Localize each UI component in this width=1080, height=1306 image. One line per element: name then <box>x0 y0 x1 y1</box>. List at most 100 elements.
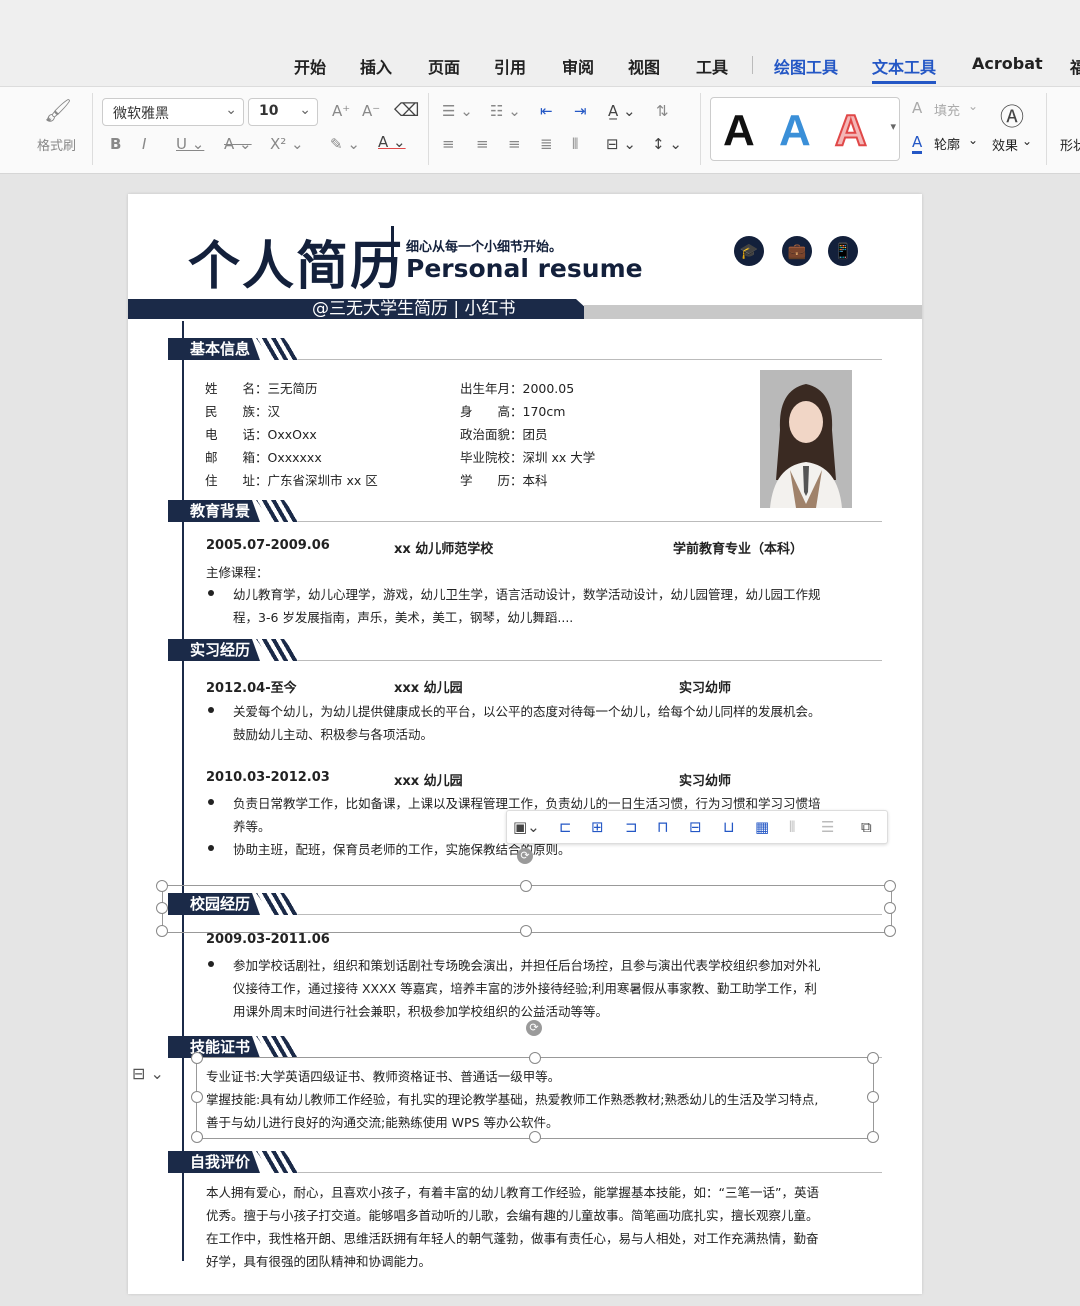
shape-label[interactable]: 形状 <box>1060 135 1080 154</box>
numbered-list-icon[interactable]: ☷ ⌄ <box>490 102 521 120</box>
edu-courses-line: 程，3-6 岁发展指南，声乐，美术，美工，钢琴，幼儿舞蹈.... <box>233 610 574 625</box>
resize-handle[interactable] <box>884 925 896 937</box>
resize-handle[interactable] <box>520 880 532 892</box>
grow-font-icon[interactable]: A⁺ <box>332 102 350 120</box>
info-ethnicity: 民 族：汉 <box>205 404 281 419</box>
effects-button[interactable]: Ⓐ 效果 ⌄ <box>990 97 1038 161</box>
sort-icon[interactable]: ⇅ <box>656 102 669 120</box>
resize-handle[interactable] <box>191 1091 203 1103</box>
resize-handle[interactable] <box>884 880 896 892</box>
tab-references[interactable]: 引用 <box>494 54 526 78</box>
briefcase-icon: 💼 <box>782 236 812 266</box>
tab-more[interactable]: 福 <box>1070 54 1080 78</box>
align-left-icon[interactable]: ≡ <box>442 135 455 153</box>
layout-options-icon[interactable]: ⊟ ⌄ <box>132 1064 164 1083</box>
resize-handle[interactable] <box>529 1131 541 1143</box>
resize-handle[interactable] <box>529 1052 541 1064</box>
font-color-icon[interactable]: A ⌄ <box>378 133 406 151</box>
info-degree: 学 历：本科 <box>460 473 548 488</box>
bullet <box>208 707 214 713</box>
edu-courses-label: 主修课程： <box>206 565 269 580</box>
align-menu-icon[interactable]: ▣⌄ <box>513 818 540 836</box>
align-middle-icon[interactable]: ⊟ <box>689 818 702 836</box>
align-center-icon[interactable]: ⊞ <box>591 818 604 836</box>
info-phone: 电 话：OxxOxx <box>205 427 317 442</box>
tab-view[interactable]: 视图 <box>628 54 660 78</box>
tab-page[interactable]: 页面 <box>428 54 460 78</box>
resize-handle[interactable] <box>191 1052 203 1064</box>
intern-period: 2012.04-至今 <box>206 681 297 696</box>
gallery-more-icon[interactable]: ▾ <box>890 120 896 133</box>
clear-format-icon[interactable]: ⌫ <box>394 100 419 121</box>
align-left-icon[interactable]: ⊏ <box>559 818 572 836</box>
text-style-red-outline[interactable]: A <box>834 105 868 156</box>
resize-handle[interactable] <box>191 1131 203 1143</box>
rotate-handle-icon[interactable]: ⟳ <box>526 1020 542 1036</box>
self-eval-line: 好学，具有很强的团队精神和协调能力。 <box>206 1254 432 1269</box>
strikethrough-icon[interactable]: A ⌄ <box>224 135 252 153</box>
distribute-icon[interactable]: ⫴ <box>572 135 578 153</box>
increase-indent-icon[interactable]: ⇥ <box>574 102 587 120</box>
resize-handle[interactable] <box>867 1052 879 1064</box>
text-style-black[interactable]: A <box>723 106 755 156</box>
section-rule <box>298 1172 882 1173</box>
text-style-gallery[interactable]: A A A ▾ <box>710 97 900 161</box>
tab-acrobat[interactable]: Acrobat <box>972 54 1043 73</box>
resize-handle[interactable] <box>156 925 168 937</box>
outline-button[interactable]: A 轮廓 ⌄ <box>912 133 982 157</box>
fill-icon: A <box>912 99 923 117</box>
text-direction-icon[interactable]: A̲ ⌄ <box>608 102 636 120</box>
highlight-icon[interactable]: ✎ ⌄ <box>330 135 360 153</box>
resize-handle[interactable] <box>867 1131 879 1143</box>
align-top-icon[interactable]: ⊓ <box>657 818 669 836</box>
edu-major: 学前教育专业（本科） <box>673 542 804 557</box>
shrink-font-icon[interactable]: A⁻ <box>362 102 380 120</box>
underline-icon[interactable]: U ⌄ <box>176 135 204 153</box>
resize-handle[interactable] <box>520 925 532 937</box>
align-right-icon[interactable]: ⊐ <box>625 818 638 836</box>
text-style-blue[interactable]: A <box>779 106 811 156</box>
intern-desc-line: 鼓励幼儿主动、积极参与各项活动。 <box>233 727 434 742</box>
ribbon-toolbar: 🖌 格式刷 微软雅黑 ⌄ 10 ⌄ A⁺ A⁻ ⌫ B I U ⌄ A ⌄ X²… <box>0 87 1080 174</box>
bullet <box>208 845 214 851</box>
tab-tools[interactable]: 工具 <box>696 54 728 78</box>
vertical-align-icon[interactable]: ⊟ ⌄ <box>606 135 636 153</box>
font-size-select[interactable]: 10 ⌄ <box>248 98 318 126</box>
resize-handle[interactable] <box>156 880 168 892</box>
format-painter-button[interactable]: 🖌 格式刷 <box>30 97 86 161</box>
distribute-icon[interactable]: ▦ <box>755 818 769 836</box>
tab-insert[interactable]: 插入 <box>360 54 392 78</box>
section-title: 自我评价 <box>190 1153 251 1171</box>
italic-icon[interactable]: I <box>142 135 146 153</box>
fill-button[interactable]: A 填充 ⌄ <box>912 99 982 123</box>
superscript-icon[interactable]: X² ⌄ <box>270 135 304 153</box>
section-title: 基本信息 <box>190 340 251 358</box>
resize-handle[interactable] <box>156 902 168 914</box>
align-center-icon[interactable]: ≡ <box>476 135 489 153</box>
resize-handle[interactable] <box>867 1091 879 1103</box>
resize-handle[interactable] <box>884 902 896 914</box>
rotate-handle-icon[interactable]: ⟳ <box>517 848 533 864</box>
chevron-down-icon: ⌄ <box>1022 134 1033 148</box>
selection-box-skills[interactable] <box>196 1057 874 1139</box>
profile-photo[interactable] <box>760 370 852 508</box>
section-rule <box>298 359 882 360</box>
intern-org: xxx 幼儿园 <box>394 774 463 789</box>
decrease-indent-icon[interactable]: ⇤ <box>540 102 553 120</box>
resume-title-cn: 个人简历 <box>188 237 405 297</box>
font-name-value: 微软雅黑 <box>113 106 169 122</box>
line-spacing-icon[interactable]: ↕ ⌄ <box>652 135 682 153</box>
group-icon[interactable]: ⧉ <box>861 818 872 836</box>
tab-review[interactable]: 审阅 <box>562 54 594 78</box>
align-right-icon[interactable]: ≡ <box>508 135 521 153</box>
tab-text-tools[interactable]: 文本工具 <box>872 54 937 84</box>
font-name-select[interactable]: 微软雅黑 ⌄ <box>102 98 244 126</box>
tab-drawing-tools[interactable]: 绘图工具 <box>774 54 838 78</box>
tab-home[interactable]: 开始 <box>294 54 326 78</box>
section-title: 教育背景 <box>190 502 251 520</box>
align-bottom-icon[interactable]: ⊔ <box>723 818 735 836</box>
bold-icon[interactable]: B <box>110 135 121 153</box>
justify-icon[interactable]: ≣ <box>540 135 553 153</box>
section-header-education: 教育背景 <box>168 500 888 526</box>
bullet-list-icon[interactable]: ☰ ⌄ <box>442 102 473 120</box>
